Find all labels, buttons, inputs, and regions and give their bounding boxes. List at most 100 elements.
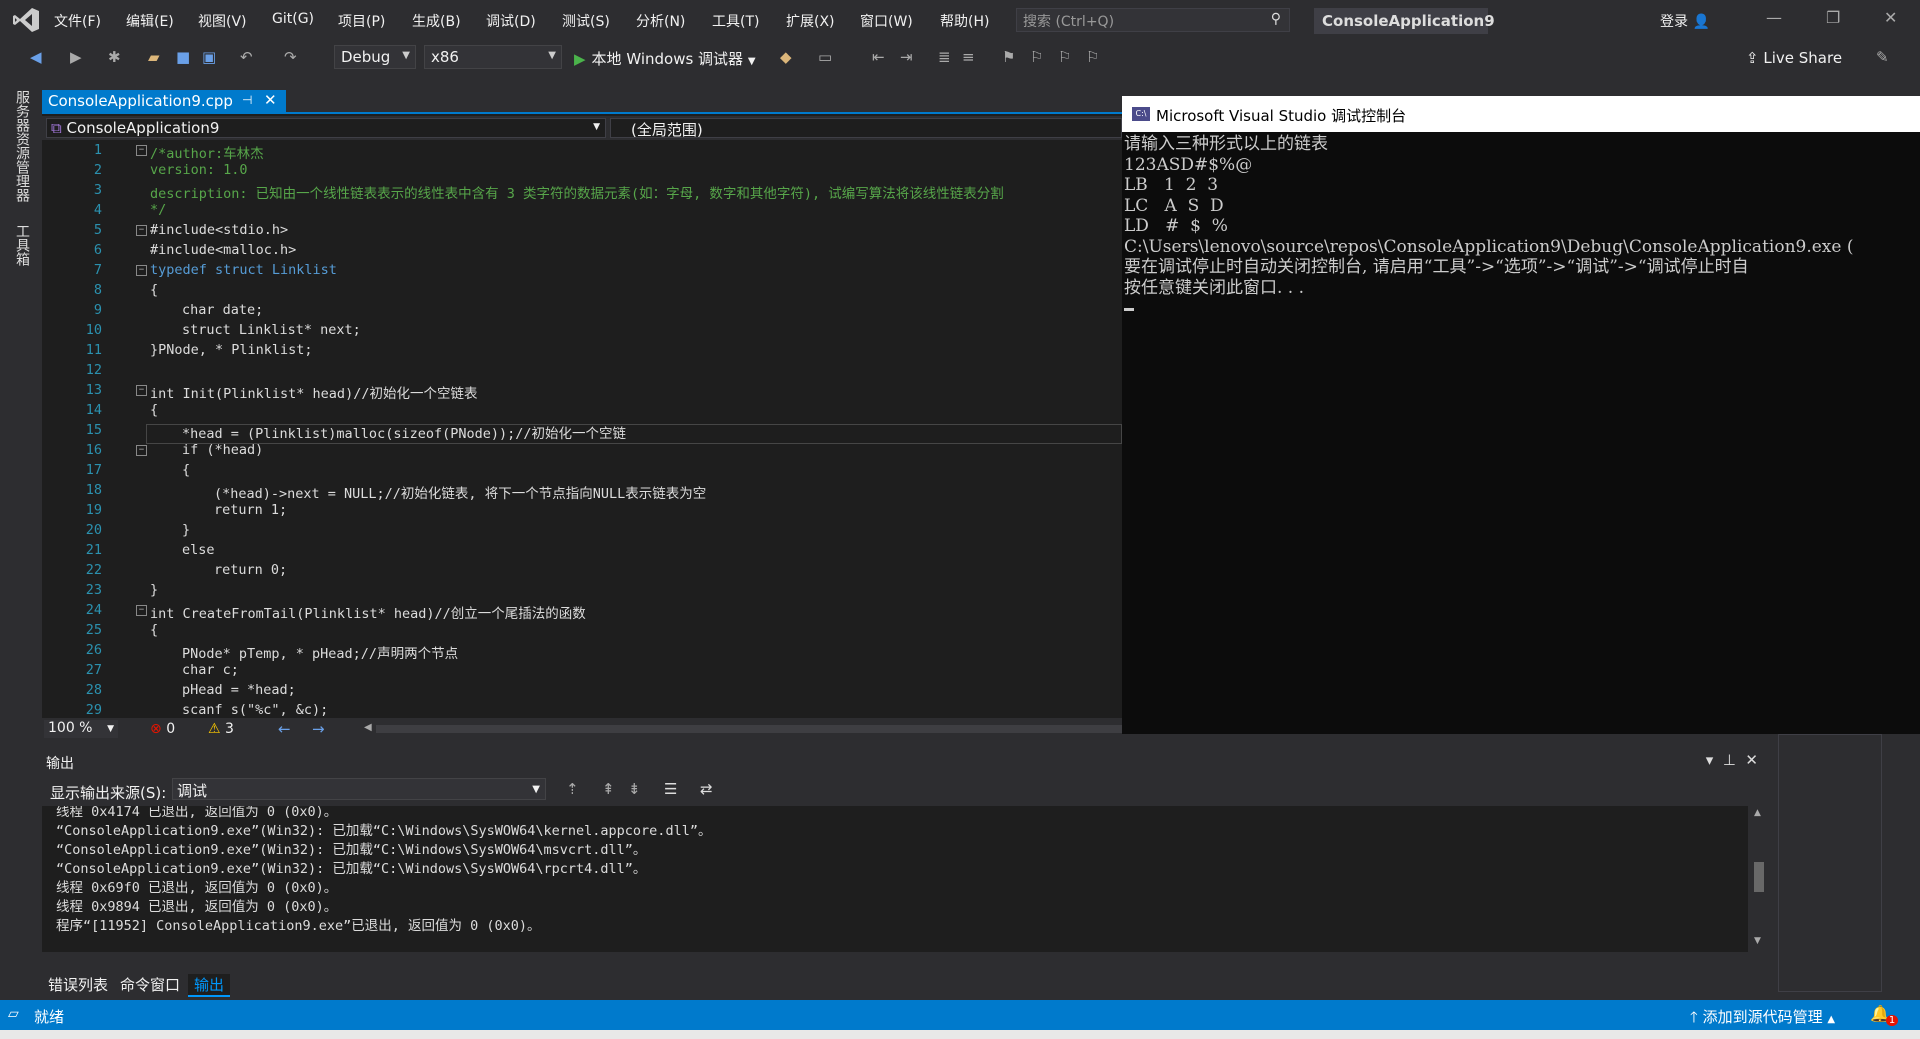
scroll-down-icon[interactable]: ▼ <box>1754 936 1761 946</box>
code-text-line: return 1; <box>214 502 288 518</box>
screenshot-icon[interactable]: ▭ <box>818 48 832 66</box>
word-wrap-icon[interactable]: ⇄ <box>700 780 713 798</box>
tab-error-list[interactable]: 错误列表 <box>48 974 108 995</box>
menu-window[interactable]: 窗口(W) <box>860 11 913 31</box>
chevron-up-icon: ▲ <box>1827 1014 1836 1025</box>
tab-output[interactable]: 输出 <box>188 974 231 997</box>
collapse-icon[interactable]: − <box>136 265 147 276</box>
error-indicator[interactable]: ⊗ 0 <box>150 721 175 737</box>
menu-edit[interactable]: 编辑(E) <box>126 11 174 31</box>
line-number: 13 <box>85 382 102 398</box>
tab-command-window[interactable]: 命令窗口 <box>120 974 180 995</box>
menu-view[interactable]: 视图(V) <box>198 11 247 31</box>
step-icon[interactable]: ⇤ <box>872 48 885 66</box>
prev-issue-icon[interactable]: ← <box>278 720 291 738</box>
add-to-source-control-button[interactable]: 🡑 添加到源代码管理 ▲ <box>1690 1006 1835 1032</box>
clear-all-icon[interactable]: ☰ <box>664 780 677 798</box>
debug-console-window[interactable]: C:\ Microsoft Visual Studio 调试控制台 请输入三种形… <box>1122 96 1920 734</box>
save-icon[interactable]: ■ <box>176 48 190 66</box>
collapse-icon[interactable]: − <box>136 605 147 616</box>
output-text[interactable]: 线程 0x4174 已退出, 返回值为 0 (0x0)。 “ConsoleAppl… <box>42 806 1748 952</box>
prev-message-icon[interactable]: ⇞ <box>602 780 615 798</box>
menu-project[interactable]: 项目(P) <box>338 11 385 31</box>
console-title-bar[interactable]: C:\ Microsoft Visual Studio 调试控制台 <box>1122 96 1920 132</box>
run-debugger-button[interactable]: ▶ 本地 Windows 调试器 ▼ <box>574 48 756 69</box>
code-text-line: typedef struct Linklist <box>150 262 337 278</box>
menu-build[interactable]: 生成(B) <box>412 11 461 31</box>
new-project-icon[interactable]: ✱ <box>108 48 121 66</box>
undo-icon[interactable]: ↶ <box>240 48 253 66</box>
next-issue-icon[interactable]: → <box>312 720 325 738</box>
scroll-left-icon[interactable]: ◀ <box>364 722 372 733</box>
output-source-select[interactable]: 调试 ▼ <box>172 778 546 800</box>
chevron-down-icon[interactable]: ▾ <box>1706 751 1714 769</box>
back-icon[interactable]: ◀ <box>30 48 42 66</box>
console-line: 按任意键关闭此窗口. . . <box>1124 277 1305 298</box>
bottom-panel-tabs: 错误列表 命令窗口 输出 <box>42 970 1770 997</box>
open-file-icon[interactable]: ▰ <box>148 48 160 66</box>
forward-icon[interactable]: ▶ <box>70 48 82 66</box>
collapse-icon[interactable]: − <box>136 145 147 156</box>
minimize-icon[interactable]: — <box>1766 8 1782 27</box>
pin-icon[interactable]: ⊥ <box>1723 751 1736 769</box>
output-horizontal-scrollbar[interactable] <box>42 952 1748 966</box>
search-placeholder: 搜索 (Ctrl+Q) <box>1023 14 1115 30</box>
search-input[interactable]: 搜索 (Ctrl+Q) ⚲ <box>1016 8 1290 32</box>
notification-button[interactable]: 🔔1 <box>1870 1004 1902 1026</box>
scroll-up-icon[interactable]: ▲ <box>1754 808 1761 818</box>
code-text-line: }PNode, * Plinklist; <box>150 342 313 358</box>
search-icon[interactable]: ⚲ <box>1271 11 1281 27</box>
restore-icon[interactable]: ❐ <box>1826 8 1840 27</box>
menu-help[interactable]: 帮助(H) <box>940 11 989 31</box>
collapse-icon[interactable]: − <box>136 225 147 236</box>
scroll-thumb[interactable] <box>1754 862 1764 892</box>
play-icon: ▶ <box>574 50 586 68</box>
collapse-icon[interactable]: − <box>136 385 147 396</box>
line-number: 8 <box>93 282 102 298</box>
menu-extensions[interactable]: 扩展(X) <box>786 11 835 31</box>
zoom-select[interactable]: 100 % ▼ <box>44 720 118 738</box>
code-text[interactable]: 1−/*author:车林杰 2 version: 1.0 3 description:… <box>42 142 1122 716</box>
collapse-icon[interactable]: − <box>136 445 147 456</box>
close-icon[interactable]: ✕ <box>264 91 277 109</box>
redo-icon[interactable]: ↷ <box>284 48 297 66</box>
code-text-line: scanf_s("%c", &c); <box>182 702 329 716</box>
pin-icon[interactable]: ⊣ <box>242 93 252 107</box>
menu-tools[interactable]: 工具(T) <box>712 11 759 31</box>
close-window-icon[interactable]: ✕ <box>1884 8 1897 27</box>
clear-bookmarks-icon[interactable]: ⚐ <box>1086 48 1099 66</box>
menu-debug[interactable]: 调试(D) <box>486 11 536 31</box>
scope-dropdown[interactable]: (全局范围) <box>610 118 1122 139</box>
output-vertical-scrollbar[interactable]: ▲ ▼ <box>1748 806 1770 952</box>
editor-horizontal-scrollbar[interactable] <box>376 725 1122 733</box>
menu-file[interactable]: 文件(F) <box>54 11 101 31</box>
close-icon[interactable]: ✕ <box>1745 751 1758 769</box>
config-select[interactable]: Debug ▼ <box>334 45 416 69</box>
next-bookmark-icon[interactable]: ⚐ <box>1058 48 1071 66</box>
tab-consoleapplication9-cpp[interactable]: ConsoleApplication9.cpp ⊣ ✕ <box>42 90 286 112</box>
live-share-button[interactable]: ⇪ Live Share <box>1746 49 1842 67</box>
menu-analyze[interactable]: 分析(N) <box>636 11 685 31</box>
project-dropdown[interactable]: ⧉ ConsoleApplication9 ▼ <box>46 118 606 138</box>
platform-value: x86 <box>431 48 459 66</box>
feedback-icon[interactable]: ✎ <box>1876 48 1889 66</box>
warning-icon: ⚠ <box>208 721 221 737</box>
toolbox-tab[interactable]: 工具箱 <box>12 224 32 266</box>
server-explorer-tab[interactable]: 服务器资源管理器 <box>12 90 32 202</box>
find-message-icon[interactable]: ⇡ <box>566 780 579 798</box>
comment-icon[interactable]: ≡ <box>962 48 975 66</box>
bookmark-icon[interactable]: ⚑ <box>1002 48 1015 66</box>
platform-select[interactable]: x86 ▼ <box>424 45 562 69</box>
login-button[interactable]: 登录 👤 <box>1660 11 1710 31</box>
prev-bookmark-icon[interactable]: ⚐ <box>1030 48 1043 66</box>
config-value: Debug <box>341 48 391 66</box>
next-message-icon[interactable]: ⇟ <box>628 780 641 798</box>
step-over-icon[interactable]: ⇥ <box>900 48 913 66</box>
menu-git[interactable]: Git(G) <box>272 11 314 27</box>
indent-icon[interactable]: ≣ <box>938 48 951 66</box>
save-all-icon[interactable]: ▣ <box>202 48 216 66</box>
warning-indicator[interactable]: ⚠ 3 <box>208 721 234 737</box>
menu-test[interactable]: 测试(S) <box>562 11 610 31</box>
line-number: 17 <box>85 462 102 478</box>
attach-icon[interactable]: ◆ <box>780 48 792 66</box>
